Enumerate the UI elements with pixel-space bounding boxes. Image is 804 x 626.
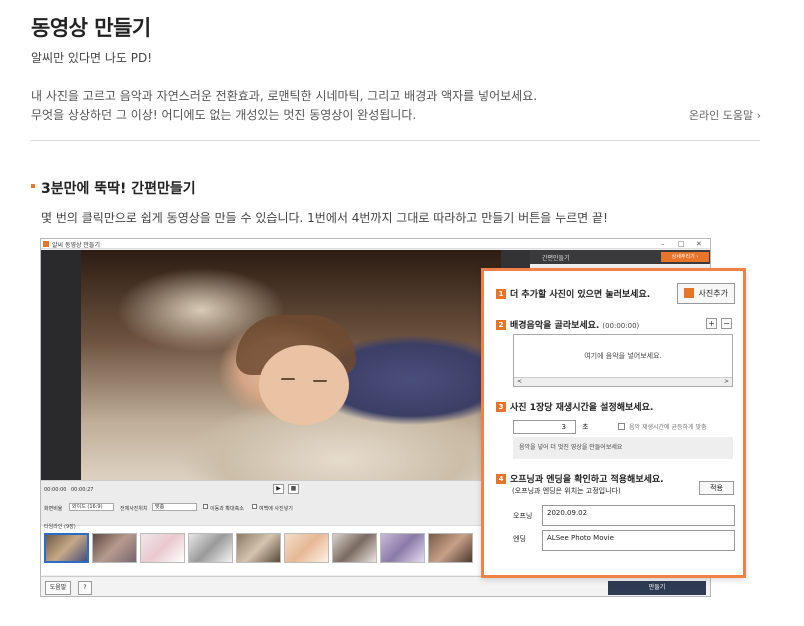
side-header: 간편만들기 상세주리기 › xyxy=(530,250,710,264)
player-controls: 00:00:00 00:00:27 ▶ ■ 화면비율 와이드 (16:9) 전체… xyxy=(41,480,530,525)
description-line-2: 무엇을 상상하던 그 이상! 어디에도 없는 개성있는 멋진 동영상이 완성됩니… xyxy=(31,108,417,122)
music-notice: 음악을 넣어 더 멋진 영상을 만들어보세요 xyxy=(513,437,733,459)
description-line-1: 내 사진을 고르고 음악과 자연스러운 전환효과, 로맨틱한 시네마틱, 그리고… xyxy=(31,89,538,103)
page-subtitle: 알씨만 있다면 나도 PD! xyxy=(31,51,153,65)
scroll-right-icon[interactable]: > xyxy=(724,378,729,386)
ratio-select[interactable]: 와이드 (16:9) xyxy=(69,503,114,511)
preview-area xyxy=(41,250,530,480)
timeline-thumbnail[interactable] xyxy=(236,533,281,563)
app-window-title: 알씨 동영상 만들기 xyxy=(52,242,100,249)
step-number-4: 4 xyxy=(496,474,506,484)
timeline-thumbnail[interactable] xyxy=(44,533,89,563)
apply-button[interactable]: 적용 xyxy=(699,481,734,495)
maximize-button[interactable]: □ xyxy=(678,239,685,249)
step-4: 4 오프닝과 엔딩을 확인하고 적용해보세요. xyxy=(496,472,664,485)
step-number-3: 3 xyxy=(496,402,506,412)
ending-field[interactable]: ALSee Photo Movie xyxy=(542,530,735,551)
timeline-thumbnail[interactable] xyxy=(140,533,185,563)
step-3: 3 사진 1장당 재생시간을 설정해보세요. xyxy=(496,400,653,413)
photo-face xyxy=(259,345,349,425)
total-time: 00:00:27 xyxy=(71,487,94,493)
step-3-text: 사진 1장당 재생시간을 설정해보세요. xyxy=(510,403,654,413)
motion-label: 이동과 확대축소 xyxy=(210,506,244,512)
step-4-text: 오프닝과 엔딩을 확인하고 적용해보세요. xyxy=(510,475,664,485)
timeline-thumbnail[interactable] xyxy=(284,533,329,563)
opening-label: 오프닝 xyxy=(513,512,533,520)
make-button[interactable]: 만들기 xyxy=(608,581,706,595)
section-bullet xyxy=(31,184,35,188)
add-photo-icon xyxy=(684,288,694,298)
add-music-button[interactable]: + xyxy=(706,318,717,329)
play-button[interactable]: ▶ xyxy=(273,484,284,494)
detail-edit-button[interactable]: 상세주리기 › xyxy=(661,252,709,262)
app-titlebar: 알씨 동영상 만들기 – □ ✕ xyxy=(41,239,710,249)
motion-checkbox[interactable] xyxy=(203,504,208,509)
preview-photo xyxy=(81,250,501,480)
current-time: 00:00:00 xyxy=(44,487,67,493)
margin-photo-checkbox[interactable] xyxy=(252,504,257,509)
step-2-text: 배경음악을 골라보세요. xyxy=(510,321,600,331)
question-button[interactable]: ? xyxy=(78,581,92,595)
step-4-note: (오프닝과 엔딩은 위치는 고정입니다) xyxy=(512,487,621,495)
help-button[interactable]: 도움말 xyxy=(45,581,71,595)
step-number-2: 2 xyxy=(496,320,506,330)
stop-button[interactable]: ■ xyxy=(288,484,299,494)
close-button[interactable]: ✕ xyxy=(696,239,702,249)
ratio-label: 화면비율 xyxy=(44,506,63,512)
add-photo-button[interactable]: 사진추가 xyxy=(677,283,735,304)
timeline-thumbnail[interactable] xyxy=(332,533,377,563)
opening-field[interactable]: 2020.09.02 xyxy=(542,505,735,526)
music-list[interactable]: 여기에 음악을 넣어보세요. < > xyxy=(513,334,733,387)
photo-eye xyxy=(313,380,327,382)
step-number-1: 1 xyxy=(496,289,506,299)
timeline-thumbnail[interactable] xyxy=(380,533,425,563)
easy-make-panel: 1 더 추가할 사진이 있으면 눌러보세요. 사진추가 2 배경음악을 골라보세요.… xyxy=(481,268,746,578)
arrange-select[interactable]: 맞춤 xyxy=(152,503,197,511)
photo-eye xyxy=(281,378,295,380)
scroll-left-icon[interactable]: < xyxy=(517,378,522,386)
bottom-bar: 도움말 ? 만들기 xyxy=(41,576,710,596)
music-duration: (00:00:00) xyxy=(602,322,640,330)
page-title: 동영상 만들기 xyxy=(31,16,151,40)
add-photo-label: 사진추가 xyxy=(698,289,728,298)
timeline-label: 타임라인 (9장) xyxy=(44,524,76,530)
arrange-label: 전체사진위치 xyxy=(120,506,148,512)
preview-sidebar xyxy=(41,250,81,480)
remove-music-button[interactable]: − xyxy=(721,318,732,329)
timeline-thumbnail[interactable] xyxy=(188,533,233,563)
duration-unit: 초 xyxy=(582,423,589,431)
app-logo-icon xyxy=(43,241,49,247)
minimize-button[interactable]: – xyxy=(661,239,665,249)
step-1-text: 더 추가할 사진이 있으면 눌러보세요. xyxy=(510,290,651,300)
music-scrollbar[interactable]: < > xyxy=(514,377,732,386)
step-2: 2 배경음악을 골라보세요. (00:00:00) xyxy=(496,318,639,331)
timeline-thumbnail[interactable] xyxy=(92,533,137,563)
margin-photo-label: 여백에 사진넣기 xyxy=(259,506,293,512)
ending-label: 엔딩 xyxy=(513,535,526,543)
duration-input[interactable]: 3 xyxy=(513,420,576,434)
online-help-link[interactable]: 온라인 도움말 › xyxy=(689,107,761,123)
fit-music-label: 음악 재생시간에 균등하게 맞춤 xyxy=(629,424,707,431)
divider xyxy=(31,140,760,141)
music-placeholder: 여기에 음악을 넣어보세요. xyxy=(584,352,662,360)
section-description: 몇 번의 클릭만으로 쉽게 동영상을 만들 수 있습니다. 1번에서 4번까지 … xyxy=(41,211,608,225)
step-1: 1 더 추가할 사진이 있으면 눌러보세요. xyxy=(496,287,650,300)
side-tab-easy[interactable]: 간편만들기 xyxy=(542,253,570,262)
timeline-thumbnail[interactable] xyxy=(428,533,473,563)
fit-music-checkbox[interactable] xyxy=(618,423,625,430)
section-title: 3분만에 뚝딱! 간편만들기 xyxy=(41,181,196,197)
